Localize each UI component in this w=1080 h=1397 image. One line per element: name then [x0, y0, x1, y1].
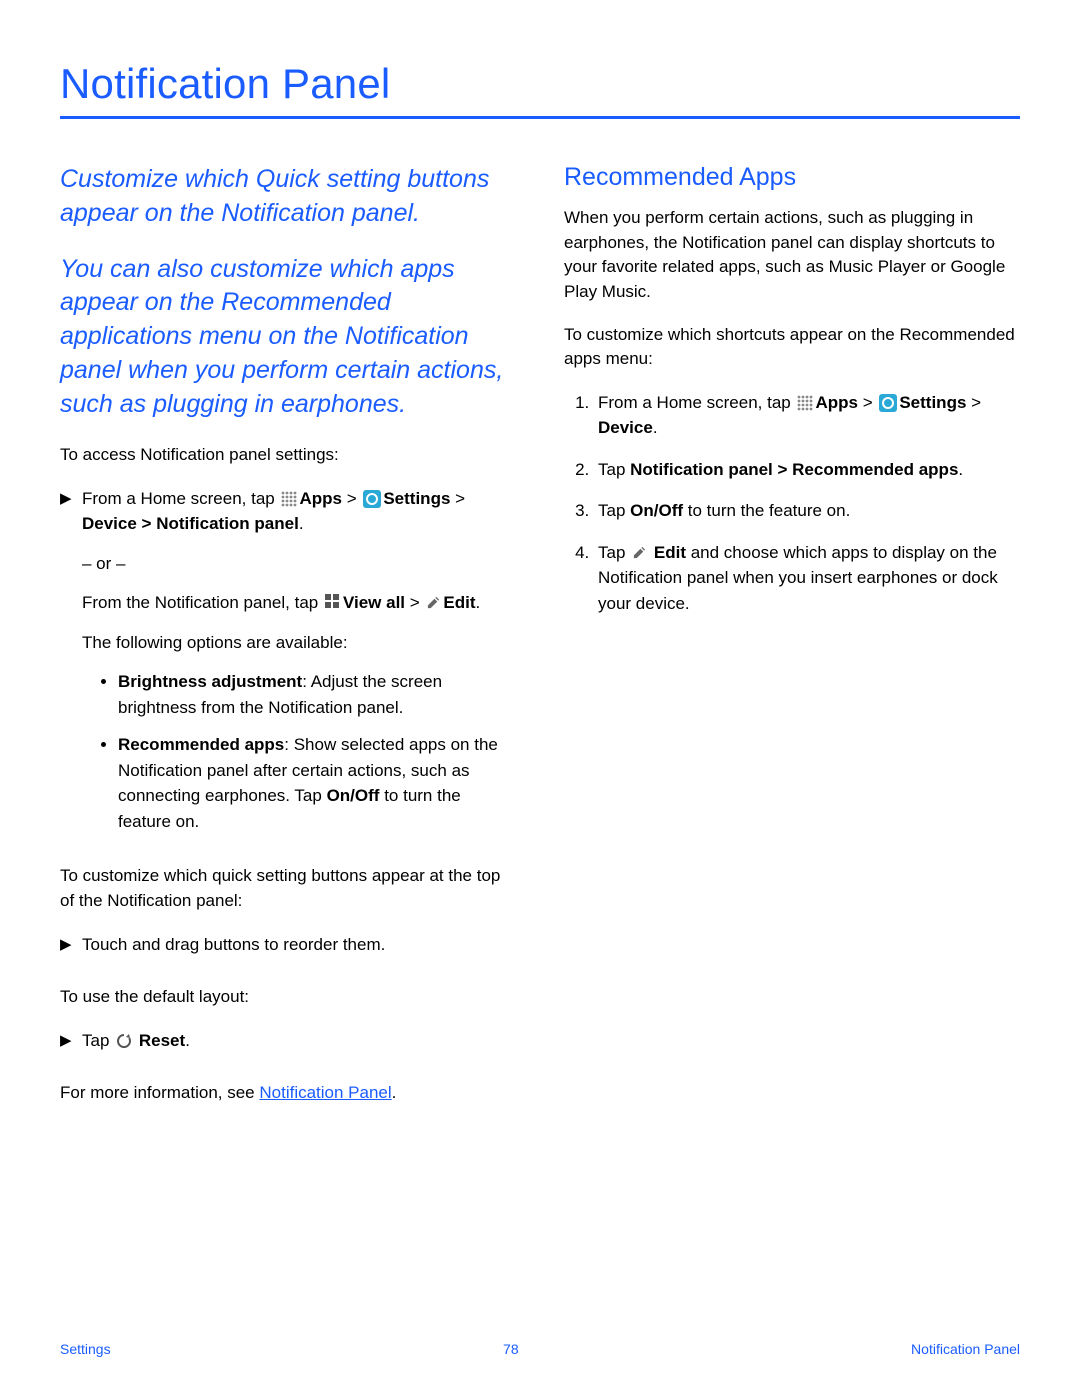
- text: >: [405, 593, 424, 612]
- arrow-icon: ▶: [60, 1028, 82, 1068]
- right-column: Recommended Apps When you perform certai…: [564, 163, 1020, 1124]
- step-1: From a Home screen, tap Apps > Settings …: [594, 390, 1020, 441]
- customize-qs-intro: To customize which quick setting buttons…: [60, 864, 516, 913]
- text: For more information, see: [60, 1083, 259, 1102]
- recommended-steps: From a Home screen, tap Apps > Settings …: [594, 390, 1020, 617]
- text: >: [858, 393, 877, 412]
- apps-label: Apps: [815, 393, 858, 412]
- text: .: [958, 460, 963, 479]
- step-line: From a Home screen, tap Apps > Settings …: [82, 486, 516, 537]
- device-np-label: Device > Notification panel: [82, 514, 299, 533]
- text: Touch and drag buttons to reorder them.: [82, 932, 516, 958]
- text: Tap: [598, 460, 630, 479]
- more-info: For more information, see Notification P…: [60, 1081, 516, 1106]
- settings-icon: [363, 490, 381, 508]
- reset-line: Tap Reset.: [82, 1028, 516, 1054]
- or-line: – or –: [82, 551, 516, 577]
- step-body: Tap Reset.: [82, 1028, 516, 1068]
- text: Tap: [598, 543, 630, 562]
- settings-label: Settings: [383, 489, 450, 508]
- edit-icon: [632, 542, 647, 557]
- text: .: [299, 514, 304, 533]
- text: >: [966, 393, 981, 412]
- viewall-icon: [325, 594, 341, 610]
- options-intro: The following options are available:: [82, 630, 516, 656]
- text-bold: Notification panel > Recommended apps: [630, 460, 958, 479]
- step-4: Tap Edit and choose which apps to displa…: [594, 540, 1020, 617]
- step-3: Tap On/Off to turn the feature on.: [594, 498, 1020, 524]
- options-list: Brightness adjustment: Adjust the screen…: [118, 669, 516, 834]
- step-body: From a Home screen, tap Apps > Settings …: [82, 486, 516, 851]
- page-title: Notification Panel: [60, 60, 1020, 108]
- recommended-p2: To customize which shortcuts appear on t…: [564, 323, 1020, 372]
- edit-icon: [426, 592, 441, 607]
- text: Tap: [598, 501, 630, 520]
- device-label: Device: [598, 418, 653, 437]
- text: >: [450, 489, 465, 508]
- text-bold: Brightness adjustment: [118, 672, 302, 691]
- footer-right: Notification Panel: [911, 1341, 1020, 1357]
- option-brightness: Brightness adjustment: Adjust the screen…: [118, 669, 516, 720]
- step-drag: ▶ Touch and drag buttons to reorder them…: [60, 932, 516, 972]
- text: .: [476, 593, 481, 612]
- apps-label: Apps: [299, 489, 342, 508]
- two-column-layout: Customize which Quick setting buttons ap…: [60, 163, 1020, 1124]
- page-footer: Settings 78 Notification Panel: [60, 1341, 1020, 1357]
- apps-grid-icon: [797, 395, 813, 411]
- text: Tap: [82, 1031, 114, 1050]
- recommended-p1: When you perform certain actions, such a…: [564, 206, 1020, 305]
- access-intro: To access Notification panel settings:: [60, 443, 516, 468]
- text: .: [185, 1031, 190, 1050]
- title-rule: [60, 116, 1020, 119]
- reset-icon: [116, 1031, 132, 1047]
- viewall-label: View all: [343, 593, 405, 612]
- step-from-home: ▶ From a Home screen, tap Apps > Setting…: [60, 486, 516, 851]
- settings-label: Settings: [899, 393, 966, 412]
- left-column: Customize which Quick setting buttons ap…: [60, 163, 516, 1124]
- arrow-icon: ▶: [60, 932, 82, 972]
- onoff-label: On/Off: [327, 786, 380, 805]
- arrow-icon: ▶: [60, 486, 82, 851]
- from-np-line: From the Notification panel, tap View al…: [82, 590, 516, 616]
- text: From a Home screen, tap: [598, 393, 795, 412]
- reset-label: Reset: [139, 1031, 185, 1050]
- default-layout-intro: To use the default layout:: [60, 985, 516, 1010]
- text: to turn the feature on.: [683, 501, 850, 520]
- text: .: [653, 418, 658, 437]
- intro-paragraph-2: You can also customize which apps appear…: [60, 253, 516, 422]
- edit-label: Edit: [443, 593, 475, 612]
- option-recommended: Recommended apps: Show selected apps on …: [118, 732, 516, 834]
- document-page: Notification Panel Customize which Quick…: [0, 0, 1080, 1397]
- text: >: [342, 489, 361, 508]
- footer-left: Settings: [60, 1341, 111, 1357]
- footer-page-number: 78: [503, 1341, 519, 1357]
- apps-grid-icon: [281, 491, 297, 507]
- step-reset: ▶ Tap Reset.: [60, 1028, 516, 1068]
- onoff-label: On/Off: [630, 501, 683, 520]
- settings-icon: [879, 394, 897, 412]
- recommended-apps-heading: Recommended Apps: [564, 163, 1020, 192]
- edit-label: Edit: [654, 543, 686, 562]
- text-bold: Recommended apps: [118, 735, 284, 754]
- text: .: [392, 1083, 397, 1102]
- text: From the Notification panel, tap: [82, 593, 323, 612]
- step-body: Touch and drag buttons to reorder them.: [82, 932, 516, 972]
- text: From a Home screen, tap: [82, 489, 279, 508]
- step-2: Tap Notification panel > Recommended app…: [594, 457, 1020, 483]
- intro-paragraph-1: Customize which Quick setting buttons ap…: [60, 163, 516, 231]
- notification-panel-link[interactable]: Notification Panel: [259, 1083, 391, 1102]
